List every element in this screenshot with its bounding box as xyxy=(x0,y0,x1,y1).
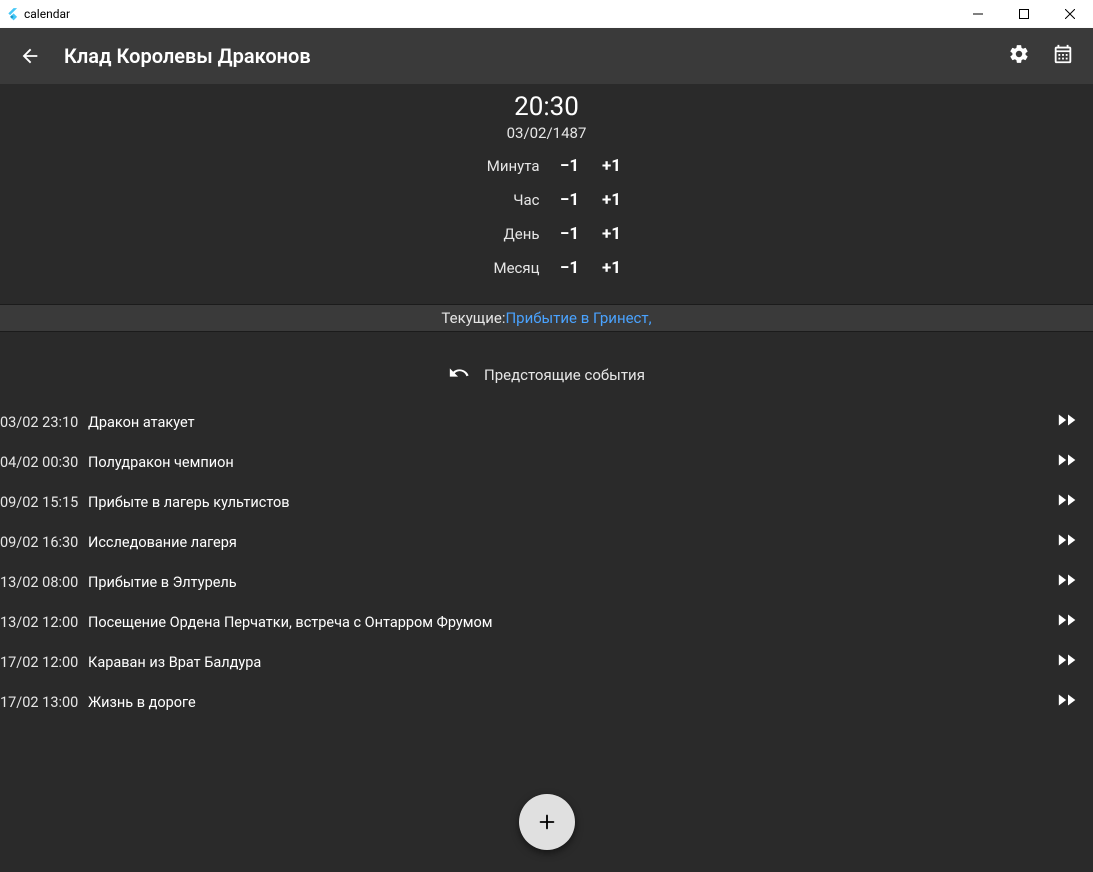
flutter-icon xyxy=(0,7,20,21)
event-datetime: 09/02 16:30 xyxy=(0,534,78,551)
day-plus-button[interactable]: +1 xyxy=(600,224,624,244)
hour-plus-button[interactable]: +1 xyxy=(600,190,624,210)
event-datetime: 09/02 15:15 xyxy=(0,494,78,511)
event-row[interactable]: 03/02 23:10 Дракон атакует xyxy=(0,402,1093,442)
hour-stepper: Час −1 +1 xyxy=(470,190,624,210)
content-scroll[interactable]: 20:30 03/02/1487 Минута −1 +1 Час −1 +1 … xyxy=(0,84,1093,872)
page-title: Клад Королевы Драконов xyxy=(52,44,997,68)
event-datetime: 03/02 23:10 xyxy=(0,414,78,431)
event-title: Жизнь в дороге xyxy=(88,694,1047,711)
fast-forward-button[interactable] xyxy=(1057,452,1083,472)
event-list: 03/02 23:10 Дракон атакует 04/02 00:30 Полу… xyxy=(0,402,1093,722)
event-title: Посещение Ордена Перчатки, встреча с Онт… xyxy=(88,614,1047,631)
event-datetime: 17/02 12:00 xyxy=(0,654,78,671)
fast-forward-button[interactable] xyxy=(1057,652,1083,672)
window-title-bar: calendar xyxy=(0,0,1093,28)
current-event-link[interactable]: Прибытие в Гринест, xyxy=(505,309,651,327)
event-title: Прибытие в Элтурель xyxy=(88,574,1047,591)
fast-forward-button[interactable] xyxy=(1057,572,1083,592)
current-time: 20:30 xyxy=(0,92,1093,122)
hour-label: Час xyxy=(470,191,540,209)
fast-forward-icon xyxy=(1057,452,1079,472)
upcoming-title: Предстоящие события xyxy=(484,366,645,384)
upcoming-header: Предстоящие события xyxy=(0,332,1093,402)
hour-minus-button[interactable]: −1 xyxy=(558,190,582,210)
event-row[interactable]: 17/02 13:00 Жизнь в дороге xyxy=(0,682,1093,722)
fast-forward-button[interactable] xyxy=(1057,532,1083,552)
event-title: Полудракон чемпион xyxy=(88,454,1047,471)
window-maximize-button[interactable] xyxy=(1001,0,1047,28)
undo-button[interactable] xyxy=(448,362,470,388)
fast-forward-button[interactable] xyxy=(1057,412,1083,432)
time-block: 20:30 03/02/1487 Минута −1 +1 Час −1 +1 … xyxy=(0,84,1093,290)
minute-plus-button[interactable]: +1 xyxy=(600,156,624,176)
day-stepper: День −1 +1 xyxy=(470,224,624,244)
undo-icon xyxy=(448,362,470,388)
event-title: Караван из Врат Балдура xyxy=(88,654,1047,671)
fast-forward-icon xyxy=(1057,492,1079,512)
fast-forward-icon xyxy=(1057,532,1079,552)
minute-label: Минута xyxy=(470,157,540,175)
month-minus-button[interactable]: −1 xyxy=(558,258,582,278)
fast-forward-button[interactable] xyxy=(1057,692,1083,712)
plus-icon xyxy=(536,811,558,833)
app-bar: Клад Королевы Драконов xyxy=(0,28,1093,84)
event-datetime: 17/02 13:00 xyxy=(0,694,78,711)
day-minus-button[interactable]: −1 xyxy=(558,224,582,244)
minute-minus-button[interactable]: −1 xyxy=(558,156,582,176)
day-label: День xyxy=(470,225,540,243)
event-row[interactable]: 13/02 08:00 Прибытие в Элтурель xyxy=(0,562,1093,602)
settings-button[interactable] xyxy=(997,34,1041,78)
current-date: 03/02/1487 xyxy=(0,124,1093,142)
month-label: Месяц xyxy=(470,259,540,277)
fast-forward-button[interactable] xyxy=(1057,612,1083,632)
time-steppers: Минута −1 +1 Час −1 +1 День −1 +1 Месяц … xyxy=(0,156,1093,278)
event-datetime: 13/02 12:00 xyxy=(0,614,78,631)
calendar-icon xyxy=(1052,43,1074,69)
window-title: calendar xyxy=(20,7,70,21)
fast-forward-icon xyxy=(1057,412,1079,432)
fast-forward-icon xyxy=(1057,572,1079,592)
event-row[interactable]: 17/02 12:00 Караван из Врат Балдура xyxy=(0,642,1093,682)
fast-forward-button[interactable] xyxy=(1057,492,1083,512)
add-event-fab[interactable] xyxy=(519,794,575,850)
current-label: Текущие: xyxy=(441,309,505,327)
fast-forward-icon xyxy=(1057,612,1079,632)
calendar-button[interactable] xyxy=(1041,34,1085,78)
event-title: Исследование лагеря xyxy=(88,534,1047,551)
month-stepper: Месяц −1 +1 xyxy=(470,258,624,278)
month-plus-button[interactable]: +1 xyxy=(600,258,624,278)
event-title: Прибыте в лагерь культистов xyxy=(88,494,1047,511)
current-events-bar: Текущие:Прибытие в Гринест, xyxy=(0,304,1093,332)
event-row[interactable]: 09/02 15:15 Прибыте в лагерь культистов xyxy=(0,482,1093,522)
window-close-button[interactable] xyxy=(1047,0,1093,28)
event-title: Дракон атакует xyxy=(88,414,1047,431)
minute-stepper: Минута −1 +1 xyxy=(470,156,624,176)
window-minimize-button[interactable] xyxy=(955,0,1001,28)
event-row[interactable]: 13/02 12:00 Посещение Ордена Перчатки, вс… xyxy=(0,602,1093,642)
fast-forward-icon xyxy=(1057,692,1079,712)
back-button[interactable] xyxy=(8,34,52,78)
fast-forward-icon xyxy=(1057,652,1079,672)
event-datetime: 13/02 08:00 xyxy=(0,574,78,591)
event-row[interactable]: 04/02 00:30 Полудракон чемпион xyxy=(0,442,1093,482)
event-datetime: 04/02 00:30 xyxy=(0,454,78,471)
gear-icon xyxy=(1008,43,1030,69)
event-row[interactable]: 09/02 16:30 Исследование лагеря xyxy=(0,522,1093,562)
